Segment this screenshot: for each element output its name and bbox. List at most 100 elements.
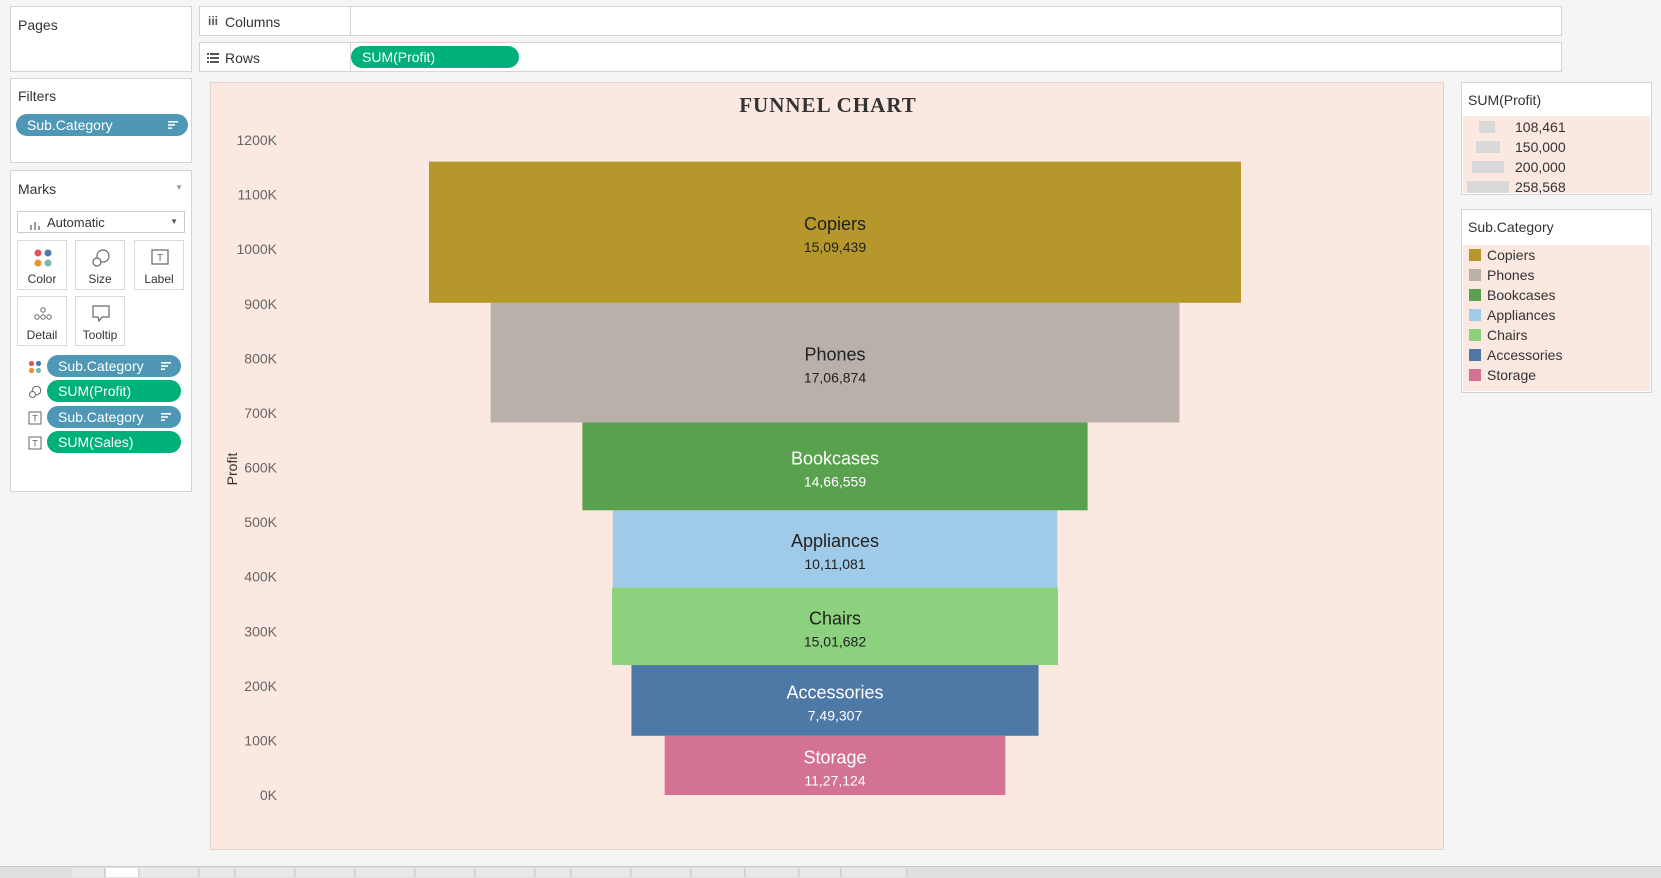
size-legend-swatch: [1467, 181, 1509, 193]
marks-field-label: Sub.Category: [58, 409, 144, 425]
filters-title: Filters: [18, 88, 57, 104]
size-legend-row: 258,568: [1463, 178, 1650, 196]
sheet-tab[interactable]: [416, 868, 475, 877]
size-legend[interactable]: SUM(Profit) 108,461 150,000 200,000 258,…: [1461, 82, 1652, 195]
funnel-segment-bookcases[interactable]: Bookcases 14,66,559: [582, 422, 1088, 511]
size-legend-swatch: [1472, 161, 1504, 173]
columns-label-cell: iii Columns: [200, 7, 351, 35]
size-legend-swatch: [1479, 121, 1495, 133]
columns-icon: iii: [208, 14, 219, 28]
color-legend[interactable]: Sub.Category Copiers Phones Bookcases Appli…: [1461, 209, 1652, 393]
size-legend-value: 200,000: [1515, 159, 1566, 175]
pages-panel[interactable]: Pages: [10, 6, 192, 72]
legend-item-bookcases[interactable]: Bookcases: [1469, 286, 1555, 304]
sheet-tab-strip[interactable]: [0, 866, 1661, 878]
bar-sales-label: 14,66,559: [804, 473, 866, 489]
tooltip-button[interactable]: Tooltip: [75, 296, 125, 346]
filter-pill-subcategory[interactable]: Sub.Category: [16, 114, 188, 136]
size-legend-value: 258,568: [1515, 179, 1566, 195]
y-tick-label: 1000K: [237, 241, 278, 257]
size-legend-row: 108,461: [1463, 118, 1650, 136]
y-tick-label: 300K: [244, 623, 277, 639]
y-tick-label: 800K: [244, 350, 277, 366]
size-legend-value: 108,461: [1515, 119, 1566, 135]
y-tick-label: 500K: [244, 514, 277, 530]
bar-category-label: Accessories: [786, 682, 883, 702]
sheet-tab[interactable]: [692, 868, 745, 877]
filters-panel[interactable]: Filters Sub.Category: [10, 78, 192, 163]
color-button[interactable]: Color: [17, 240, 67, 290]
rows-label: Rows: [225, 50, 261, 66]
marks-panel[interactable]: Marks ▼ Automatic ▼ Color Size T Label D…: [10, 170, 192, 492]
bar-sales-label: 15,09,439: [804, 239, 866, 255]
marks-field-sum-profit-size[interactable]: SUM(Profit): [47, 380, 181, 402]
funnel-segment-copiers[interactable]: Copiers 15,09,439: [429, 161, 1241, 303]
mark-type-chevron-icon: ▼: [170, 217, 178, 226]
sheet-tab[interactable]: [476, 868, 535, 877]
pages-title: Pages: [18, 17, 58, 33]
legend-item-storage[interactable]: Storage: [1469, 366, 1536, 384]
legend-item-accessories[interactable]: Accessories: [1469, 346, 1562, 364]
size-icon: [92, 249, 110, 267]
legend-swatch: [1469, 329, 1481, 341]
sheet-tab[interactable]: [72, 868, 105, 877]
bar-sales-label: 10,11,081: [804, 556, 865, 572]
y-tick-label: 1200K: [237, 132, 278, 148]
marks-field-label: Sub.Category: [58, 358, 144, 374]
funnel-segment-phones[interactable]: Phones 17,06,874: [490, 302, 1180, 423]
marks-field-subcategory-label[interactable]: Sub.Category: [47, 406, 181, 428]
funnel-segment-accessories[interactable]: Accessories 7,49,307: [631, 665, 1039, 736]
sheet-tab[interactable]: [842, 868, 907, 877]
sheet-tab[interactable]: [200, 868, 235, 877]
sheet-tab[interactable]: [572, 868, 631, 877]
funnel-segment-appliances[interactable]: Appliances 10,11,081: [612, 510, 1058, 588]
y-tick-label: 200K: [244, 678, 277, 694]
marks-field-subcategory-color[interactable]: Sub.Category: [47, 355, 181, 377]
marks-menu-chevron-icon[interactable]: ▼: [175, 183, 183, 192]
detail-button[interactable]: Detail: [17, 296, 67, 346]
sheet-tab[interactable]: [140, 868, 199, 877]
size-legend-value: 150,000: [1515, 139, 1566, 155]
bar-category-label: Copiers: [804, 214, 866, 234]
marks-title: Marks: [18, 181, 57, 197]
tooltip-icon: [92, 305, 110, 323]
sheet-tab[interactable]: [536, 868, 571, 877]
size-legend-title: SUM(Profit): [1468, 92, 1542, 108]
legend-item-appliances[interactable]: Appliances: [1469, 306, 1556, 324]
legend-item-copiers[interactable]: Copiers: [1469, 246, 1535, 264]
sheet-tab-active[interactable]: [106, 868, 139, 877]
funnel-segment-storage[interactable]: Storage 11,27,124: [664, 735, 1006, 795]
label-icon: T: [151, 249, 169, 265]
rows-shelf[interactable]: Rows SUM(Profit): [199, 42, 1562, 72]
rows-pill-sum-profit[interactable]: SUM(Profit): [351, 46, 519, 68]
sheet-tab[interactable]: [800, 868, 841, 877]
sheet-tab[interactable]: [632, 868, 691, 877]
columns-shelf[interactable]: iii Columns: [199, 6, 1562, 36]
label-mark-icon: T: [28, 436, 42, 450]
funnel-chart: FUNNEL CHART Profit 0K 100K 200K 300K 400K 50…: [224, 93, 1241, 803]
legend-item-phones[interactable]: Phones: [1469, 266, 1534, 284]
mark-type-dropdown[interactable]: Automatic ▼: [17, 211, 185, 233]
chart-area[interactable]: FUNNEL CHART Profit 0K 100K 200K 300K 400K 50…: [210, 82, 1444, 850]
legend-item-chairs[interactable]: Chairs: [1469, 326, 1527, 344]
sheet-tab[interactable]: [236, 868, 295, 877]
sort-icon: [161, 362, 171, 370]
sheet-tab[interactable]: [296, 868, 355, 877]
bar-category-label: Chairs: [809, 608, 861, 628]
svg-text:T: T: [32, 439, 38, 449]
sheet-tab[interactable]: [746, 868, 799, 877]
legend-swatch: [1469, 349, 1481, 361]
funnel-segment-chairs[interactable]: Chairs 15,01,682: [612, 587, 1058, 666]
bar-sales-label: 15,01,682: [804, 633, 866, 649]
sheet-tab[interactable]: [356, 868, 415, 877]
legend-swatch: [1469, 269, 1481, 281]
y-tick-label: 0K: [260, 787, 278, 803]
size-button[interactable]: Size: [75, 240, 125, 290]
y-axis: 0K 100K 200K 300K 400K 500K 600K 700K 800K 900K 10…: [237, 132, 278, 803]
sort-icon: [168, 121, 178, 129]
label-button[interactable]: T Label: [134, 240, 184, 290]
y-tick-label: 100K: [244, 732, 277, 748]
columns-label: Columns: [225, 14, 281, 30]
marks-field-sum-sales-label[interactable]: SUM(Sales): [47, 431, 181, 453]
label-mark-icon: T: [28, 411, 42, 425]
